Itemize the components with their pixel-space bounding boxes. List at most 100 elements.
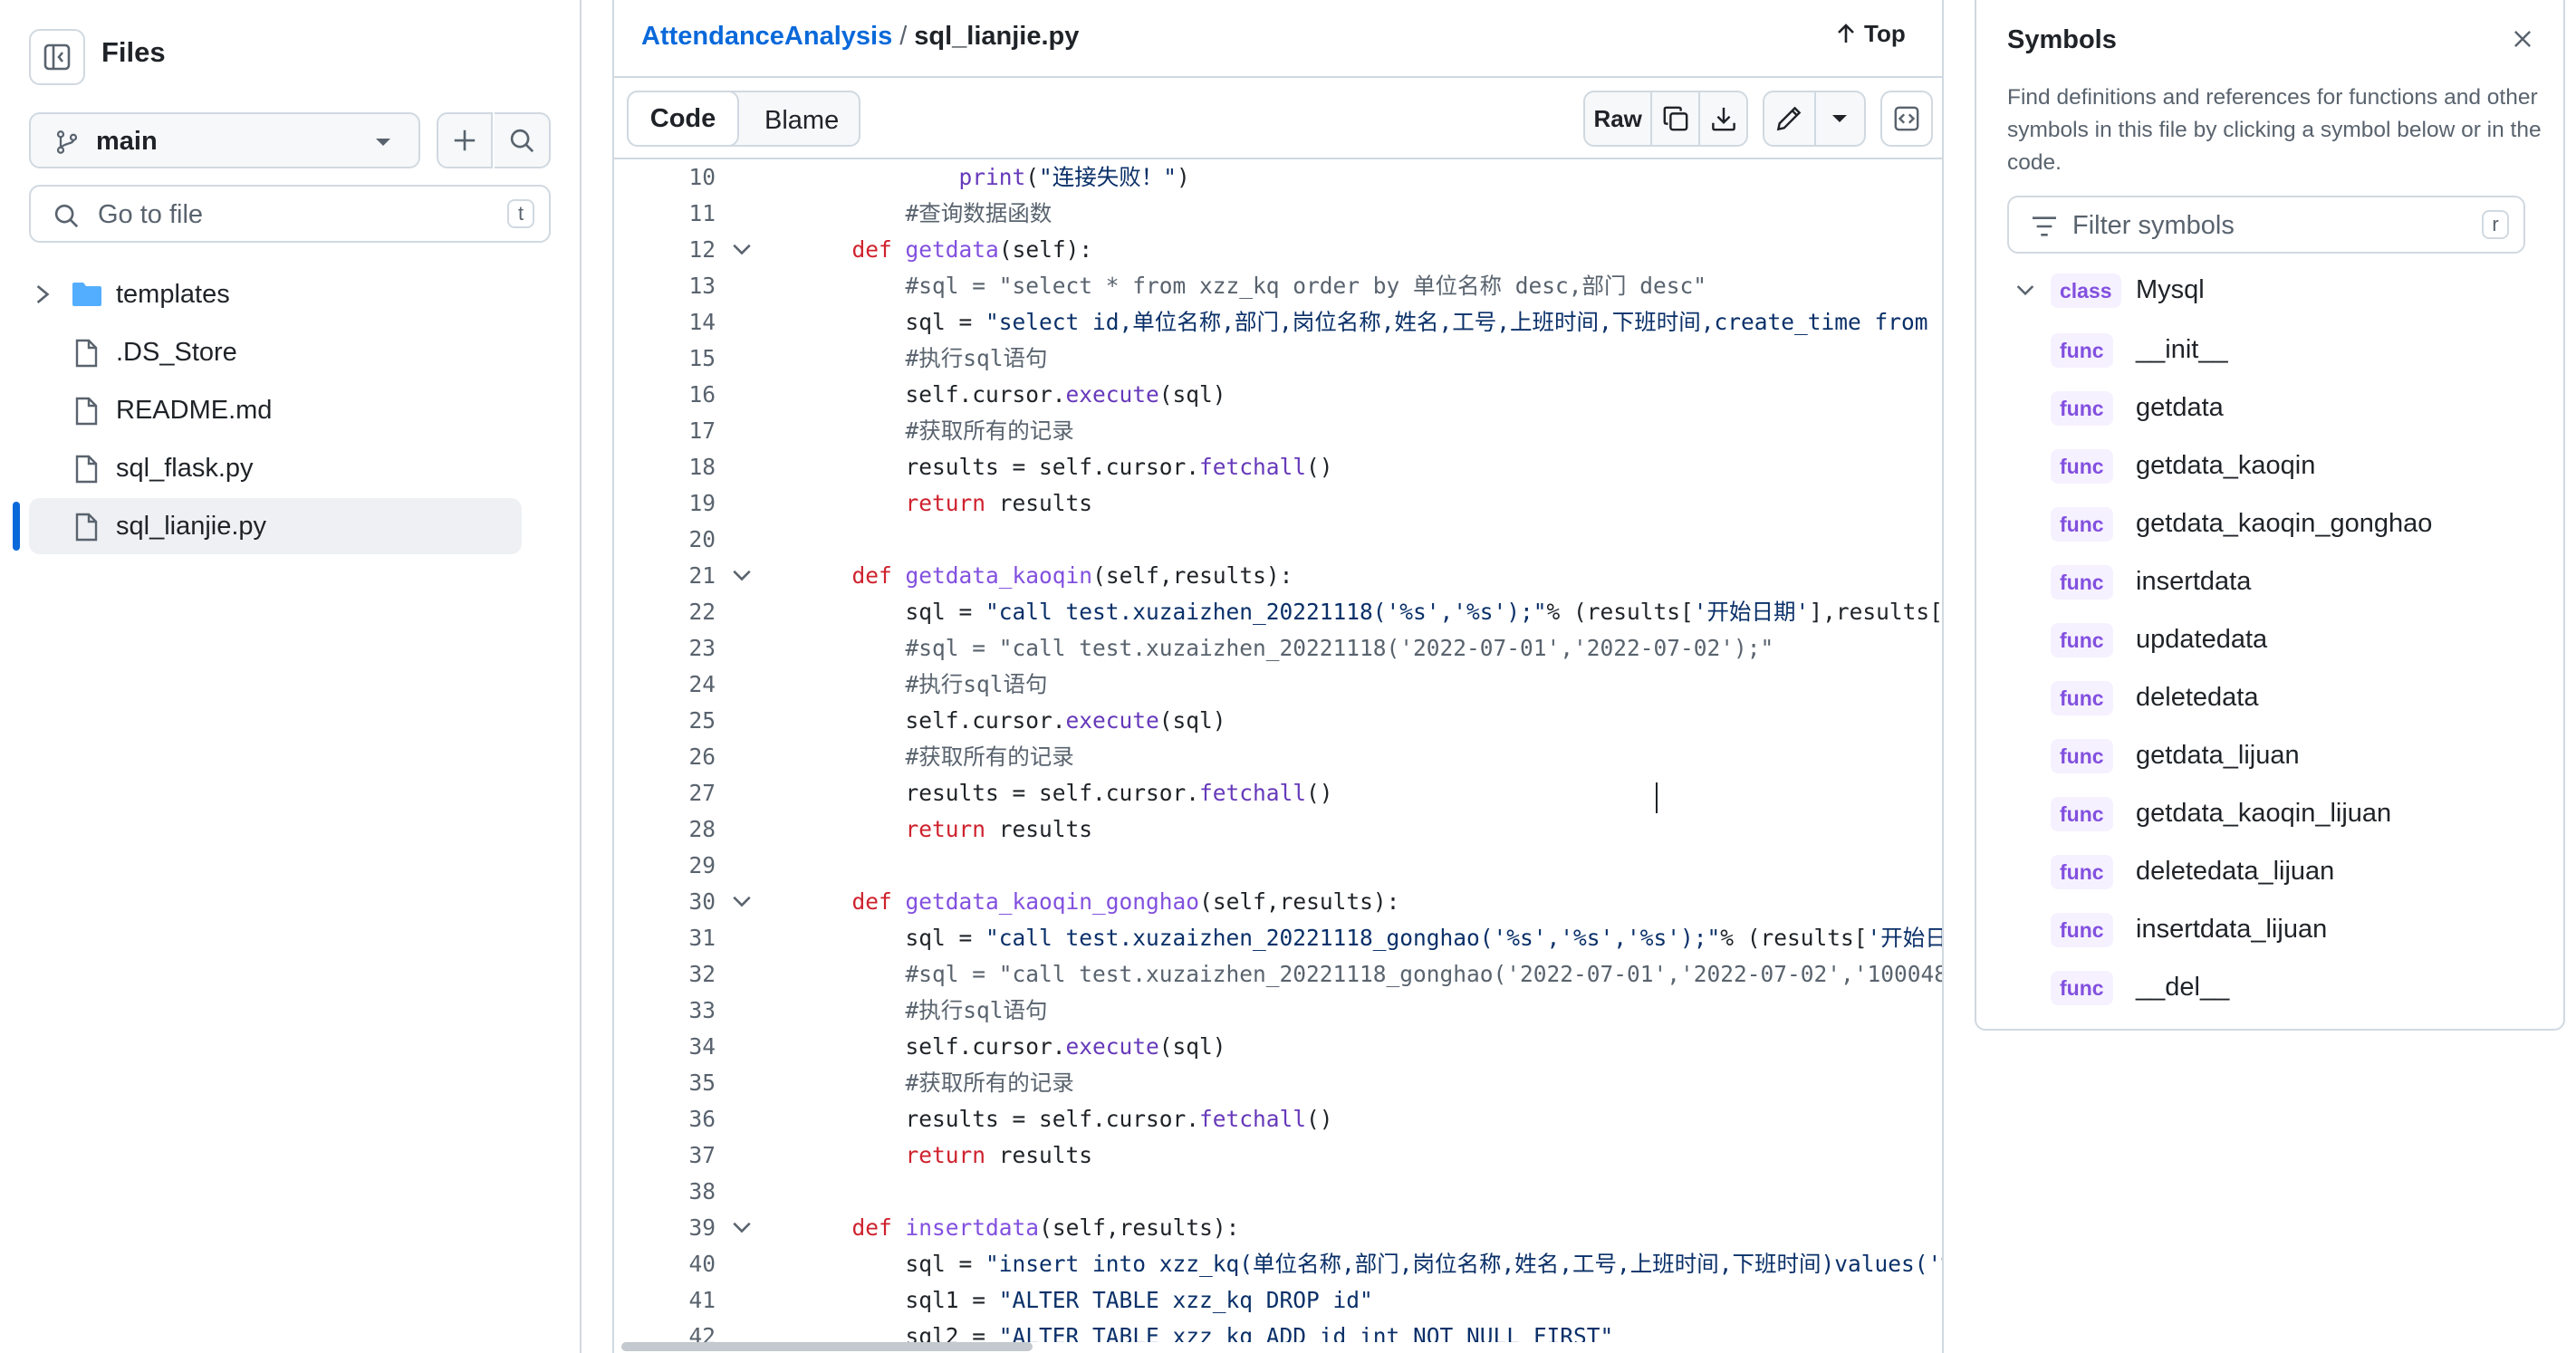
line-number[interactable]: 36 [614,1101,716,1137]
code-line[interactable]: 12 def getdata(self): [614,232,1942,268]
line-number[interactable]: 16 [614,377,716,413]
line-number[interactable]: 37 [614,1137,716,1174]
tab-blame[interactable]: Blame [764,106,839,136]
symbol-func-deletedata-lijuan[interactable]: func deletedata_lijuan [2007,846,2525,898]
code-line[interactable]: 14 sql = "select id,单位名称,部门,岗位名称,姓名,工号,上… [614,304,1942,341]
symbol-func-insertdata-lijuan[interactable]: func insertdata_lijuan [2007,904,2525,956]
line-number[interactable]: 15 [614,341,716,377]
download-button[interactable] [1700,92,1746,145]
code-line[interactable]: 22 sql = "call test.xuzaizhen_20221118('… [614,594,1942,630]
raw-button[interactable]: Raw [1585,92,1653,145]
code-line[interactable]: 26 #获取所有的记录 [614,739,1942,775]
code-line[interactable]: 38 [614,1174,1942,1210]
symbol-func-updatedata[interactable]: func updatedata [2007,614,2525,667]
symbol-func-del[interactable]: func __del__ [2007,962,2525,1014]
tree-item-sql-lianjie[interactable]: sql_lianjie.py [29,498,522,554]
symbol-func-insertdata[interactable]: func insertdata [2007,556,2525,609]
code-line[interactable]: 30 def getdata_kaoqin_gonghao(self,resul… [614,884,1942,920]
line-number[interactable]: 13 [614,268,716,304]
code-line[interactable]: 31 sql = "call test.xuzaizhen_20221118_g… [614,920,1942,956]
line-number[interactable]: 39 [614,1210,716,1246]
symbol-func-init[interactable]: func __init__ [2007,324,2525,377]
line-number[interactable]: 14 [614,304,716,341]
code-line[interactable]: 19 return results [614,485,1942,522]
fold-chevron-icon[interactable] [732,570,752,582]
collapse-sidebar-button[interactable] [29,29,85,85]
line-number[interactable]: 26 [614,739,716,775]
code-line[interactable]: 13 #sql = "select * from xzz_kq order by… [614,268,1942,304]
line-number[interactable]: 40 [614,1246,716,1282]
symbol-func-getdata-kaoqin[interactable]: func getdata_kaoqin [2007,440,2525,493]
line-number[interactable]: 23 [614,630,716,667]
line-number[interactable]: 19 [614,485,716,522]
line-number[interactable]: 21 [614,558,716,594]
symbol-func-getdata-lijuan[interactable]: func getdata_lijuan [2007,730,2525,782]
line-number[interactable]: 10 [614,159,716,196]
top-button[interactable]: Top [1837,20,1906,48]
line-number[interactable]: 30 [614,884,716,920]
line-number[interactable]: 41 [614,1282,716,1319]
symbol-class-mysql[interactable]: class Mysql [2007,264,2525,317]
line-number[interactable]: 31 [614,920,716,956]
code-line[interactable]: 28 return results [614,811,1942,848]
code-line[interactable]: 21 def getdata_kaoqin(self,results): [614,558,1942,594]
code-line[interactable]: 18 results = self.cursor.fetchall() [614,449,1942,485]
line-number[interactable]: 25 [614,703,716,739]
symbols-panel-toggle-button[interactable] [1880,91,1933,147]
fold-chevron-icon[interactable] [732,244,752,256]
line-number[interactable]: 12 [614,232,716,268]
code-line[interactable]: 42 sql2 = "ALTER TABLE xzz_kq ADD id int… [614,1319,1942,1342]
code-line[interactable]: 29 [614,848,1942,884]
code-line[interactable]: 23 #sql = "call test.xuzaizhen_20221118(… [614,630,1942,667]
code-line[interactable]: 27 results = self.cursor.fetchall() [614,775,1942,811]
code-line[interactable]: 32 #sql = "call test.xuzaizhen_20221118_… [614,956,1942,993]
symbol-func-deletedata[interactable]: func deletedata [2007,672,2525,724]
line-number[interactable]: 34 [614,1029,716,1065]
line-number[interactable]: 20 [614,522,716,558]
code-line[interactable]: 37 return results [614,1137,1942,1174]
code-line[interactable]: 11 #查询数据函数 [614,196,1942,232]
line-number[interactable]: 29 [614,848,716,884]
horizontal-scrollbar[interactable] [621,1342,1033,1351]
line-number[interactable]: 35 [614,1065,716,1101]
code-line[interactable]: 16 self.cursor.execute(sql) [614,377,1942,413]
line-number[interactable]: 22 [614,594,716,630]
search-files-button[interactable] [495,112,551,168]
code-line[interactable]: 17 #获取所有的记录 [614,413,1942,449]
fold-chevron-icon[interactable] [732,896,752,908]
tree-item-ds-store[interactable]: .DS_Store [29,324,522,380]
line-number[interactable]: 28 [614,811,716,848]
filter-symbols-input[interactable]: Filter symbols r [2007,196,2525,254]
tree-item-sql-flask[interactable]: sql_flask.py [29,440,522,496]
symbol-func-getdata[interactable]: func getdata [2007,382,2525,435]
tab-code[interactable]: Code [627,91,739,147]
line-number[interactable]: 33 [614,993,716,1029]
fold-chevron-icon[interactable] [732,1222,752,1234]
code-lines[interactable]: 10 print("连接失败！") 11 #查询数据函数 12 def getdat… [614,159,1942,1342]
code-line[interactable]: 39 def insertdata(self,results): [614,1210,1942,1246]
code-line[interactable]: 25 self.cursor.execute(sql) [614,703,1942,739]
add-file-button[interactable] [437,112,493,168]
code-line[interactable]: 41 sql1 = "ALTER TABLE xzz_kq DROP id" [614,1282,1942,1319]
line-number[interactable]: 27 [614,775,716,811]
line-number[interactable]: 11 [614,196,716,232]
code-line[interactable]: 15 #执行sql语句 [614,341,1942,377]
code-line[interactable]: 36 results = self.cursor.fetchall() [614,1101,1942,1137]
code-line[interactable]: 24 #执行sql语句 [614,667,1942,703]
edit-options-dropdown[interactable] [1816,92,1864,145]
line-number[interactable]: 24 [614,667,716,703]
line-number[interactable]: 17 [614,413,716,449]
code-line[interactable]: 20 [614,522,1942,558]
branch-selector[interactable]: main [29,112,420,168]
line-number[interactable]: 42 [614,1319,716,1342]
line-number[interactable]: 38 [614,1174,716,1210]
edit-file-button[interactable] [1764,92,1816,145]
code-line[interactable]: 10 print("连接失败！") [614,159,1942,196]
tree-item-readme[interactable]: README.md [29,382,522,438]
code-line[interactable]: 33 #执行sql语句 [614,993,1942,1029]
close-symbols-button[interactable] [2511,27,2534,51]
code-line[interactable]: 34 self.cursor.execute(sql) [614,1029,1942,1065]
symbol-func-getdata-kaoqin-lijuan[interactable]: func getdata_kaoqin_lijuan [2007,788,2525,840]
copy-button[interactable] [1652,92,1701,145]
tree-item-templates[interactable]: templates [29,266,522,322]
